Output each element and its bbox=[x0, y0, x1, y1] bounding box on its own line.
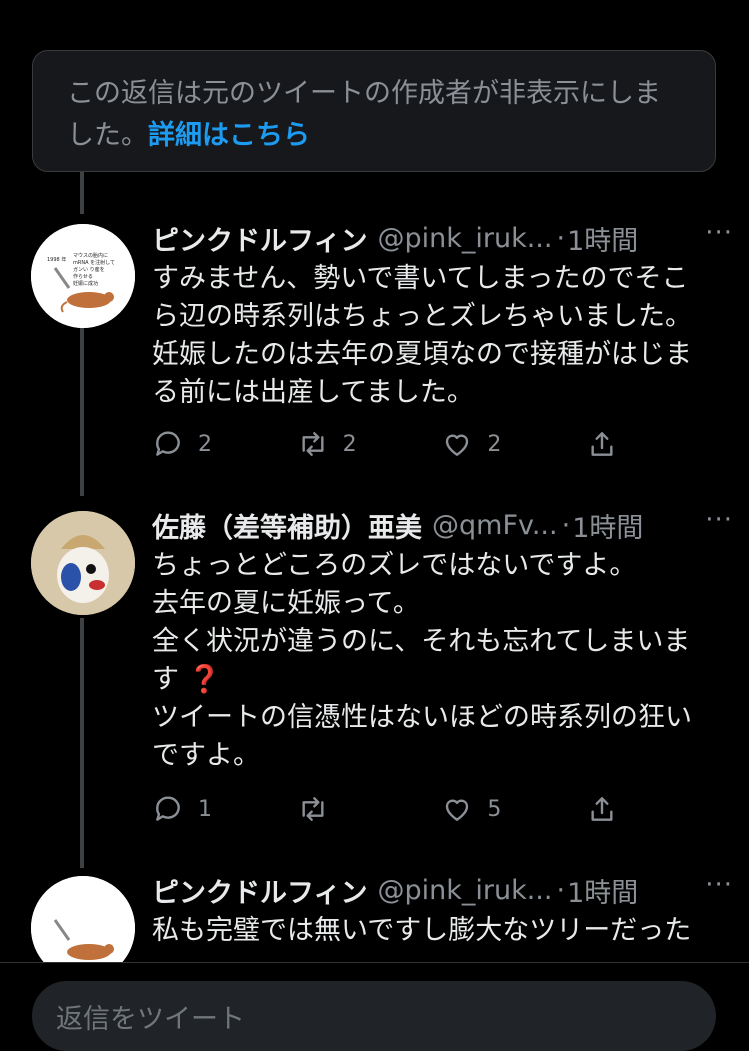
timestamp[interactable]: 1時間 bbox=[567, 871, 638, 910]
display-name[interactable]: ピンクドルフィン bbox=[152, 219, 367, 258]
avatar[interactable]: 1998 年 マウスの胎内に mRNA を注射して ガンい り産を 作らせる 妊… bbox=[31, 224, 135, 328]
heart-icon bbox=[446, 434, 469, 456]
svg-text:妊娠に成功: 妊娠に成功 bbox=[73, 280, 98, 287]
separator-dot: · bbox=[556, 222, 566, 254]
separator-dot: · bbox=[556, 874, 566, 906]
share-button[interactable] bbox=[586, 428, 632, 460]
retweet-button[interactable] bbox=[297, 793, 442, 825]
tweet-line: ちょっとどころのズレではないですよ。 bbox=[152, 550, 637, 581]
tweet-line: 去年の夏に妊娠って。 bbox=[152, 588, 420, 619]
hidden-reply-notice: この返信は元のツイートの作成者が非表示にしました。詳細はこちら bbox=[32, 50, 716, 172]
like-button[interactable]: 2 bbox=[441, 428, 586, 460]
user-handle[interactable]: @qmFv... bbox=[432, 510, 558, 541]
tweet-header: ピンクドルフィン @pink_iruk... · 1時間 bbox=[152, 870, 722, 910]
more-options-icon[interactable]: ··· bbox=[705, 218, 733, 248]
svg-text:1998 年: 1998 年 bbox=[47, 256, 66, 263]
tweet[interactable]: 1998 年 マウスの胎内に mRNA を注射して ガンい り産を 作らせる 妊… bbox=[0, 218, 749, 478]
retweet-count: 2 bbox=[342, 431, 357, 457]
share-button[interactable] bbox=[586, 793, 632, 825]
display-name[interactable]: ピンクドルフィン bbox=[152, 871, 367, 910]
share-icon bbox=[591, 432, 613, 456]
tweet-header: 佐藤（差等補助）亜美 @qmFv... · 1時間 bbox=[152, 505, 722, 545]
reply-icon bbox=[156, 796, 180, 821]
tweet-line: 妊娠したのは去年の夏頃なので接種がはじま bbox=[152, 339, 692, 370]
question-mark-emoji: ❓ bbox=[187, 664, 222, 695]
tweet-line-text: す bbox=[152, 664, 179, 695]
user-handle[interactable]: @pink_iruk... bbox=[377, 875, 552, 906]
reply-bar: 返信をツイート bbox=[0, 962, 749, 1051]
reply-button[interactable]: 1 bbox=[152, 793, 297, 825]
user-handle[interactable]: @pink_iruk... bbox=[377, 223, 552, 254]
like-button[interactable]: 5 bbox=[441, 793, 586, 825]
timestamp[interactable]: 1時間 bbox=[567, 219, 638, 258]
tweet-line: すみません、勢いで書いてしまったのでそこ bbox=[152, 263, 689, 294]
details-link[interactable]: 詳細はこちら bbox=[148, 120, 310, 151]
more-options-icon[interactable]: ··· bbox=[705, 505, 733, 535]
retweet-icon bbox=[302, 432, 324, 456]
reply-count: 2 bbox=[198, 431, 212, 457]
mouse-injection-avatar-icon bbox=[31, 876, 135, 962]
retweet-button[interactable]: 2 bbox=[297, 428, 442, 460]
separator-dot: · bbox=[561, 509, 571, 541]
tweet-text: 私も完璧では無いですし膨大なツリーだった bbox=[152, 912, 722, 950]
figurine-avatar-icon bbox=[31, 511, 135, 615]
tweet-actions: 1 5 bbox=[152, 789, 632, 829]
tweet-actions: 2 2 2 bbox=[152, 424, 632, 464]
more-options-icon[interactable]: ··· bbox=[705, 870, 733, 900]
tweet-line: ら辺の時系列はちょっとズレちゃいました。 bbox=[152, 301, 692, 332]
timestamp[interactable]: 1時間 bbox=[572, 506, 643, 545]
tweet[interactable]: ピンクドルフィン @pink_iruk... · 1時間 ··· 私も完璧では無… bbox=[0, 870, 749, 962]
display-name[interactable]: 佐藤（差等補助）亜美 bbox=[152, 506, 422, 545]
svg-text:mRNA を注射して: mRNA を注射して bbox=[73, 259, 115, 266]
tweet-line: ですよ。 bbox=[152, 740, 260, 771]
thread-line bbox=[80, 172, 84, 214]
avatar[interactable] bbox=[31, 511, 135, 615]
tweet-header: ピンクドルフィン @pink_iruk... · 1時間 bbox=[152, 218, 722, 258]
tweet-line: 私も完璧では無いですし膨大なツリーだった bbox=[152, 915, 692, 946]
like-count: 2 bbox=[487, 431, 502, 457]
tweet-line: す ❓ bbox=[152, 661, 722, 699]
mouse-injection-avatar-icon: 1998 年 マウスの胎内に mRNA を注射して ガンい り産を 作らせる 妊… bbox=[31, 224, 135, 328]
reply-input[interactable]: 返信をツイート bbox=[32, 981, 716, 1051]
retweet-icon bbox=[302, 797, 324, 821]
tweet-line: ツイートの信憑性はないほどの時系列の狂い bbox=[152, 702, 692, 733]
tweet[interactable]: 佐藤（差等補助）亜美 @qmFv... · 1時間 ··· ちょっとどころのズレ… bbox=[0, 505, 749, 835]
svg-text:マウスの胎内に: マウスの胎内に bbox=[73, 252, 108, 259]
reply-count: 1 bbox=[198, 796, 212, 822]
tweet-text: すみません、勢いで書いてしまったのでそこ ら辺の時系列はちょっとズレちゃいました… bbox=[152, 260, 722, 412]
heart-icon bbox=[446, 799, 469, 821]
reply-button[interactable]: 2 bbox=[152, 428, 297, 460]
avatar[interactable] bbox=[31, 876, 135, 962]
svg-text:ガンい り産を: ガンい り産を bbox=[73, 266, 105, 273]
share-icon bbox=[591, 797, 613, 821]
tweet-text: ちょっとどころのズレではないですよ。 去年の夏に妊娠って。 全く状況が違うのに、… bbox=[152, 547, 722, 775]
tweet-line: る前には出産してました。 bbox=[152, 377, 474, 408]
tweet-line: 全く状況が違うのに、それも忘れてしまいま bbox=[152, 626, 691, 657]
like-count: 5 bbox=[487, 796, 502, 822]
svg-text:作らせる: 作らせる bbox=[73, 273, 93, 280]
reply-icon bbox=[156, 431, 180, 456]
